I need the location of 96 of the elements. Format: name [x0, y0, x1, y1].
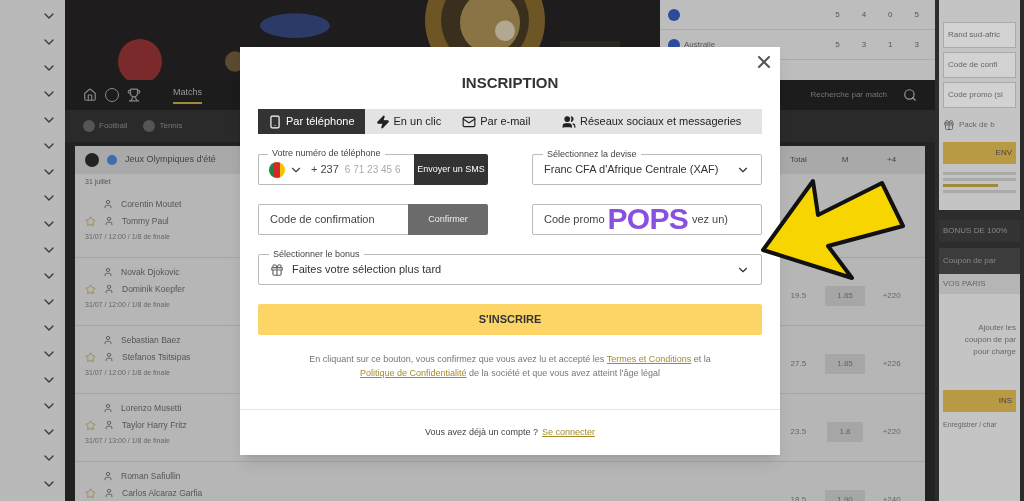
- odds-value[interactable]: 19.5: [790, 289, 807, 302]
- star-icon[interactable]: [85, 487, 96, 499]
- coupon-hint: Ajouter les: [978, 322, 1016, 334]
- odds-value[interactable]: +240: [882, 493, 901, 501]
- bonus-value: Faites votre sélection plus tard: [292, 262, 442, 278]
- gift-icon: [943, 119, 955, 131]
- confirm-button[interactable]: Confirmer: [408, 204, 488, 235]
- flag-icon: [668, 8, 680, 21]
- player-name: Tommy Paul: [122, 214, 169, 228]
- player-icon: [103, 267, 113, 278]
- player-icon: [104, 488, 114, 499]
- coupon-hint: coupon de par: [964, 334, 1016, 346]
- odds-value[interactable]: +226: [882, 357, 901, 370]
- player-icon: [104, 352, 114, 363]
- stat-value: 5: [835, 38, 840, 51]
- column-header: M: [841, 154, 849, 166]
- player-name: Corentin Moutet: [121, 198, 182, 211]
- country-code: + 237: [311, 162, 339, 178]
- column-header: +4: [887, 154, 897, 166]
- envelope-icon: [462, 114, 477, 129]
- privacy-link[interactable]: Politique de Confidentialité: [360, 368, 467, 378]
- field-label: Votre numéro de téléphone: [268, 147, 385, 159]
- side-button[interactable]: INS: [943, 390, 1016, 412]
- player-icon: [104, 420, 114, 431]
- terms-link[interactable]: Termes et Conditions: [606, 354, 692, 364]
- side-field[interactable]: Code de confi: [943, 52, 1016, 78]
- phone-input[interactable]: 6 71 23 45 6: [344, 162, 407, 177]
- side-field[interactable]: Rand sud-afric: [943, 22, 1016, 48]
- home-icon[interactable]: [83, 88, 97, 102]
- player-name: Carlos Alcaraz Garfia: [122, 486, 203, 500]
- country-name: Australie: [684, 38, 717, 51]
- player-name: Sebastian Baez: [121, 334, 181, 347]
- stat-value: 3: [861, 38, 867, 51]
- coupon-title: Coupon de par: [939, 248, 1020, 274]
- signup-tab[interactable]: Par téléphone: [258, 109, 365, 134]
- globe-icon: [107, 155, 117, 165]
- star-icon[interactable]: [85, 351, 96, 363]
- coupon-hint: pour charge: [973, 346, 1016, 358]
- promo-overlay-text: POPS: [607, 203, 688, 234]
- player-icon: [104, 216, 114, 227]
- odds-value[interactable]: 27.5: [790, 357, 807, 370]
- odds-value[interactable]: 23.5: [790, 425, 807, 438]
- stat-value: 1: [888, 38, 893, 51]
- side-field[interactable]: Code promo (si: [943, 82, 1016, 108]
- league-title: Jeux Olympiques d'été: [125, 153, 216, 167]
- star-icon[interactable]: [85, 419, 96, 431]
- player-icon: [103, 199, 113, 210]
- search-field[interactable]: Recherche par match: [810, 89, 887, 101]
- player-name: Roman Safiullin: [121, 470, 181, 483]
- send-sms-button[interactable]: Envoyer un SMS: [414, 154, 488, 185]
- bets-label: VOS PARIS: [939, 274, 1020, 294]
- people-icon: [561, 114, 576, 129]
- player-icon: [103, 335, 113, 346]
- nav-tab[interactable]: Matchs: [173, 86, 202, 104]
- stat-value: 4: [861, 8, 867, 21]
- sport-tab[interactable]: Tennis: [143, 120, 183, 132]
- dialog-title: INSCRIPTION: [461, 74, 559, 92]
- side-button[interactable]: ENV: [943, 142, 1016, 164]
- odds-value[interactable]: +220: [882, 289, 901, 302]
- player-name: Lorenzo Musetti: [121, 402, 182, 415]
- player-name: Stefanos Tsitsipas: [122, 350, 191, 364]
- star-icon[interactable]: [85, 283, 96, 295]
- star-icon[interactable]: [85, 215, 96, 227]
- confirmation-code-field[interactable]: Code de confirmation: [258, 204, 408, 235]
- trophy-icon[interactable]: [127, 88, 141, 102]
- search-icon[interactable]: [903, 88, 917, 102]
- player-icon: [104, 284, 114, 295]
- login-link[interactable]: Se connecter: [542, 425, 596, 440]
- odds-value[interactable]: 18.5: [790, 493, 807, 501]
- currency-value: Franc CFA d'Afrique Centrale (XAF): [544, 162, 719, 178]
- terms-text: En cliquant sur ce bouton, vous confirmez que vous avez lu et accepté les Termes et Conditions et la Politique de Confidentialité de la société et que vous avez atteint l'âge légal: [308, 353, 712, 380]
- stat-value: 0: [888, 8, 893, 21]
- stat-value: 5: [914, 8, 919, 21]
- flag-icon[interactable]: [269, 161, 285, 178]
- stat-value: 3: [914, 38, 919, 51]
- gift-icon: [270, 262, 284, 277]
- player-name: Dominik Koepfer: [122, 282, 185, 296]
- promo-placeholder: vez un): [691, 212, 728, 228]
- promo-placeholder: Code promo: [544, 212, 605, 228]
- field-label: Sélectionnez la devise: [543, 148, 641, 160]
- column-header: Total: [789, 154, 807, 166]
- player-icon: [103, 403, 113, 414]
- player-name: Novak Djokovic: [121, 266, 180, 279]
- stat-value: 5: [835, 8, 840, 21]
- player-name: Taylor Harry Fritz: [122, 418, 187, 432]
- bonus-bar[interactable]: BONUS DE 100%: [939, 220, 1020, 242]
- sport-tab[interactable]: Football: [83, 120, 128, 132]
- lightning-icon: [375, 114, 390, 129]
- odds-value[interactable]: +220: [882, 425, 901, 438]
- player-icon: [103, 471, 113, 482]
- login-prompt: Vous avez déjà un compte ?: [424, 425, 538, 439]
- field-label: Sélectionner le bonus: [269, 248, 364, 260]
- signup-button[interactable]: S'INSCRIRE: [258, 304, 762, 335]
- sport-icon: [85, 153, 99, 167]
- pack-label: Pack de b: [959, 119, 995, 131]
- phone-icon: [268, 114, 282, 129]
